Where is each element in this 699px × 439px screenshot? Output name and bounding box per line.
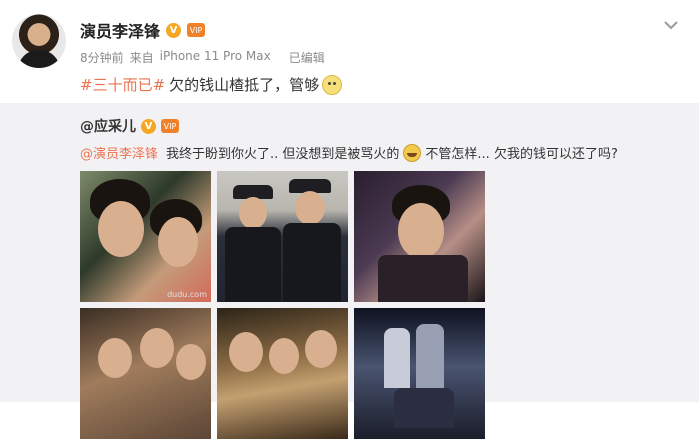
photo-figure xyxy=(283,223,341,302)
photo-3[interactable] xyxy=(354,171,485,302)
photo-figure xyxy=(98,338,132,378)
meta-spacer xyxy=(277,49,283,66)
repost-author[interactable]: @应采儿 xyxy=(80,116,136,136)
repost-text: @演员李泽锋 我终于盼到你火了.. 但没想到是被骂火的 不管怎样... 欠我的钱… xyxy=(80,143,618,162)
photo-figure xyxy=(295,191,325,225)
author-row: 演员李泽锋 V VIP xyxy=(80,18,206,42)
photo-figure xyxy=(229,332,263,372)
avatar-shirt xyxy=(18,50,60,68)
post-body: #三十而已# 欠的钱山楂抵了，管够 xyxy=(80,74,343,95)
photo-figure xyxy=(140,328,174,368)
weibo-post: 演员李泽锋 V VIP 8分钟前 来自 iPhone 11 Pro Max 已编… xyxy=(0,0,699,439)
repost-text-part2: 不管怎样... 欠我的钱可以还了吗? xyxy=(425,147,618,162)
repost-text-part1: 我终于盼到你火了.. 但没想到是被骂火的 xyxy=(166,147,400,162)
photo-figure xyxy=(384,328,410,388)
photo-figure xyxy=(305,330,337,368)
source-prefix: 来自 xyxy=(129,51,154,65)
photo-figure xyxy=(416,324,444,390)
verified-v-icon: V xyxy=(166,22,182,38)
photo-2[interactable] xyxy=(217,171,348,302)
avatar-icon[interactable] xyxy=(12,14,66,68)
vip-icon[interactable]: VIP xyxy=(187,23,206,37)
photo-watermark: dudu.com xyxy=(167,290,207,299)
mention-link[interactable]: @演员李泽锋 xyxy=(80,143,158,162)
post-text: 欠的钱山楂抵了，管够 xyxy=(169,76,320,94)
photo-5[interactable] xyxy=(217,308,348,439)
verified-v-icon: V xyxy=(141,118,156,134)
repost-author-row: @应采儿 V VIP xyxy=(80,116,179,136)
chevron-down-icon[interactable] xyxy=(662,18,680,32)
photo-figure xyxy=(98,201,144,257)
author-name[interactable]: 演员李泽锋 xyxy=(80,18,160,42)
edited-label[interactable]: 已编辑 xyxy=(289,49,325,66)
hashtag-link[interactable]: #三十而已# xyxy=(80,74,165,95)
photo-figure xyxy=(225,227,281,302)
post-source: iPhone 11 Pro Max xyxy=(159,49,271,63)
photo-figure xyxy=(239,197,267,229)
photo-6[interactable] xyxy=(354,308,485,439)
photo-figure xyxy=(394,388,454,428)
post-meta: 8分钟前 来自 iPhone 11 Pro Max 已编辑 xyxy=(80,49,325,66)
cat-face-emoji-icon xyxy=(322,74,343,95)
photo-figure xyxy=(398,203,444,259)
photo-figure xyxy=(158,217,198,267)
photo-figure xyxy=(378,255,468,302)
photo-figure xyxy=(269,338,299,374)
photo-4[interactable] xyxy=(80,308,211,439)
post-time[interactable]: 8分钟前 xyxy=(80,49,124,66)
repost-card[interactable]: @应采儿 V VIP @演员李泽锋 我终于盼到你火了.. 但没想到是被骂火的 不… xyxy=(0,103,699,439)
photo-figure xyxy=(176,344,206,380)
vip-icon[interactable]: VIP xyxy=(161,119,179,133)
photo-1[interactable]: dudu.com xyxy=(80,171,211,302)
laughing-emoji-icon xyxy=(403,143,422,162)
